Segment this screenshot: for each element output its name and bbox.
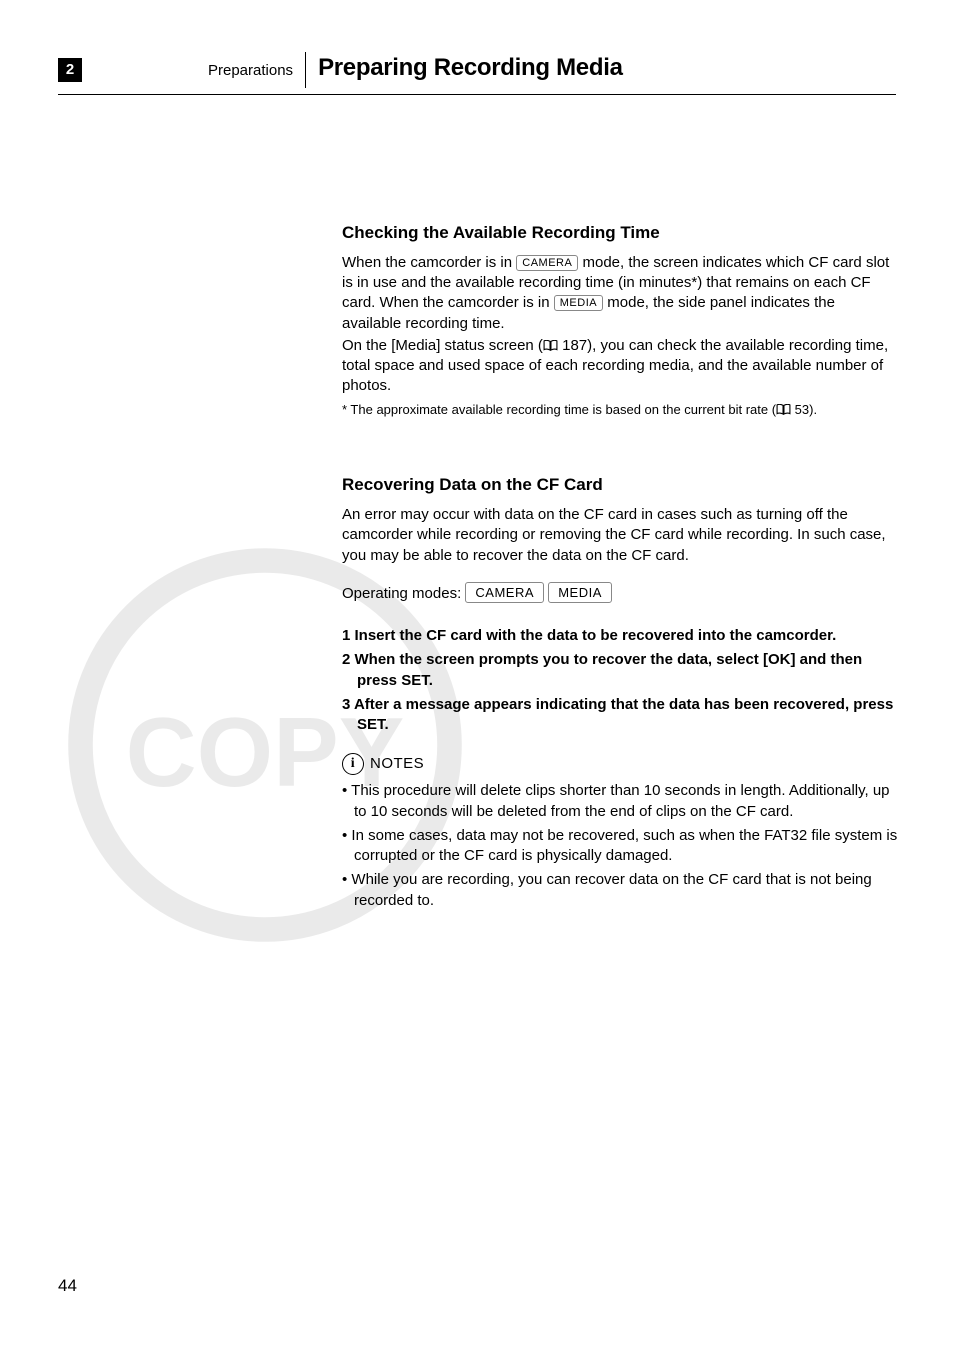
mode-tag-camera: CAMERA [465,582,544,603]
step-item: 3 After a message appears indicating tha… [357,695,898,736]
page-title: Preparing Recording Media [318,52,623,84]
mode-tag-camera: CAMERA [516,255,578,271]
step-item: 2 When the screen prompts you to recover… [357,650,898,691]
main-content: Checking the Available Recording Time Wh… [342,222,898,915]
operating-modes-row: Operating modes: CAMERA MEDIA [342,582,898,604]
book-icon [776,404,791,415]
body-text: When the camcorder is in CAMERA mode, th… [342,253,898,334]
book-icon [543,340,558,351]
heading-recovering-data: Recovering Data on the CF Card [342,474,898,497]
body-text: An error may occur with data on the CF c… [342,505,898,566]
mode-tag-media: MEDIA [548,582,612,603]
header-rule [58,94,896,95]
notes-header: i NOTES [342,753,898,775]
body-text: On the [Media] status screen ( 187), you… [342,336,898,397]
page-number: 44 [58,1275,77,1298]
info-icon: i [342,753,364,775]
note-item: While you are recording, you can recover… [354,870,898,911]
step-item: 1 Insert the CF card with the data to be… [357,626,898,646]
header-divider [305,52,306,88]
section-label: Preparations [208,61,293,81]
footnote: * The approximate available recording ti… [342,401,898,419]
note-item: In some cases, data may not be recovered… [354,826,898,867]
page-header: Preparations Preparing Recording Media [90,52,894,88]
heading-checking-time: Checking the Available Recording Time [342,222,898,245]
note-item: This procedure will delete clips shorter… [354,781,898,822]
steps-list: 1 Insert the CF card with the data to be… [342,626,898,735]
notes-list: This procedure will delete clips shorter… [342,781,898,911]
chapter-number-box: 2 [58,58,82,82]
notes-label: NOTES [370,754,424,774]
mode-tag-media: MEDIA [554,295,603,311]
